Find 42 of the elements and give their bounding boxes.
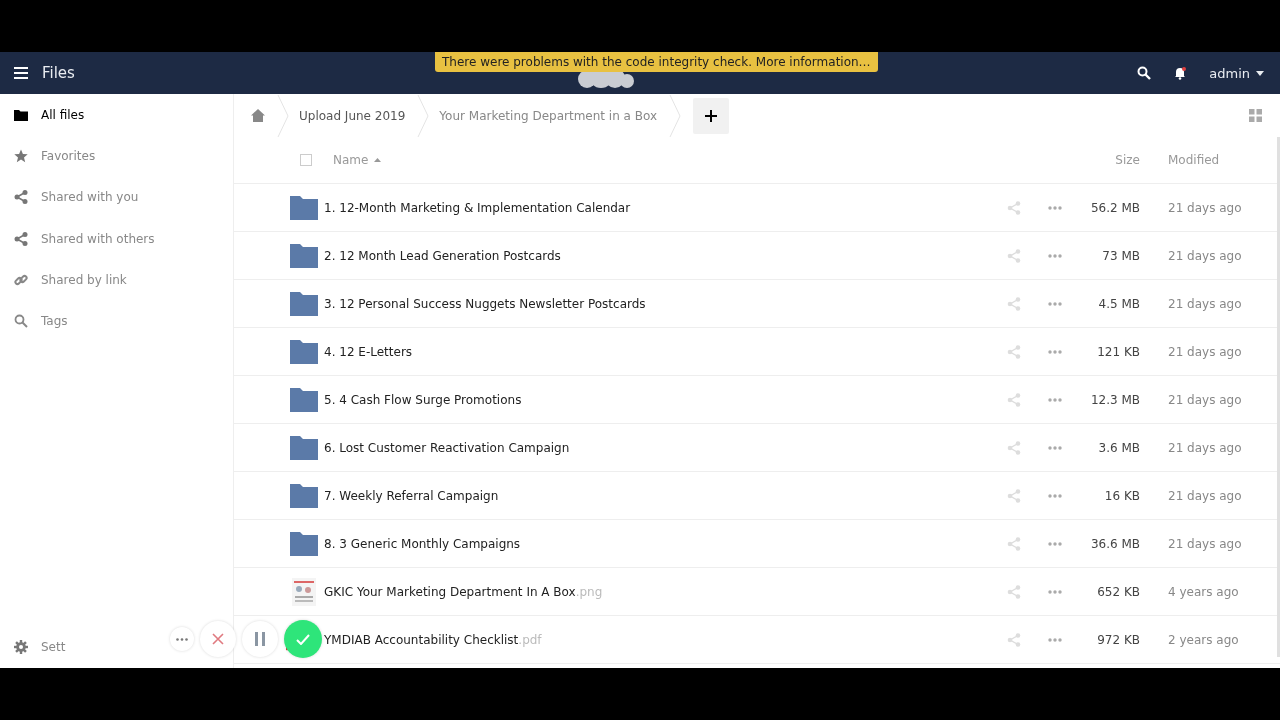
file-name[interactable]: 1. 12-Month Marketing & Implementation Calendar [324,200,631,215]
sidebar-item[interactable]: All files [0,94,233,136]
sidebar-item[interactable]: Shared with others [0,217,233,260]
sidebar-item[interactable]: Tags [0,300,233,342]
settings-link[interactable]: Sett [0,626,70,668]
breadcrumb-link[interactable]: Upload June 2019 [299,108,406,123]
modified-date: 21 days ago [1168,440,1243,455]
breadcrumb-link[interactable]: Your Marketing Department in a Box [439,108,658,123]
file-name[interactable]: 5. 4 Cash Flow Surge Promotions [324,392,522,407]
file-name[interactable]: GKIC Your Marketing Department In A Box.png [324,584,603,599]
modified-date: 21 days ago [1168,248,1243,263]
modified-date: 21 days ago [1168,488,1243,503]
file-size: 972 KB [1096,632,1140,647]
file-name[interactable]: 3. 12 Personal Success Nuggets Newsletter Postcards [324,296,646,311]
file-size: 12.3 MB [1089,392,1140,407]
sidebar-item[interactable]: Shared with you [0,176,233,218]
modified-date: 21 days ago [1168,536,1243,551]
file-name[interactable]: YMDIAB Accountability Checklist.pdf [324,632,542,647]
file-name[interactable]: 7. Weekly Referral Campaign [324,488,499,503]
modified-date: 21 days ago [1168,344,1243,359]
file-size: 36.6 MB [1089,536,1140,551]
app-title[interactable]: Files [42,64,75,82]
file-size: 16 KB [1103,488,1140,503]
modified-date: 21 days ago [1168,392,1243,407]
file-size: 652 KB [1096,584,1140,599]
file-size: 121 KB [1096,344,1140,359]
sidebar-item[interactable]: Favorites [0,135,233,177]
file-size: 56.2 MB [1089,200,1140,215]
modified-date: 4 years ago [1168,584,1240,599]
modified-date: 21 days ago [1168,296,1243,311]
file-size: 73 MB [1101,248,1140,263]
file-size: 3.6 MB [1097,440,1140,455]
modified-date: 2 years ago [1168,632,1240,647]
file-name[interactable]: 2. 12 Month Lead Generation Postcards [324,248,561,263]
file-name[interactable]: 8. 3 Generic Monthly Campaigns [324,536,521,551]
sidebar-item[interactable]: Shared by link [0,259,233,301]
modified-date: 21 days ago [1168,200,1243,215]
file-name[interactable]: 4. 12 E-Letters [324,344,413,359]
integrity-warning-banner[interactable]: There were problems with the code integrity check. More information… [435,52,878,72]
file-name[interactable]: 6. Lost Customer Reactivation Campaign [324,440,570,455]
user-menu-button[interactable]: admin [1209,65,1264,81]
file-size: 4.5 MB [1097,296,1140,311]
